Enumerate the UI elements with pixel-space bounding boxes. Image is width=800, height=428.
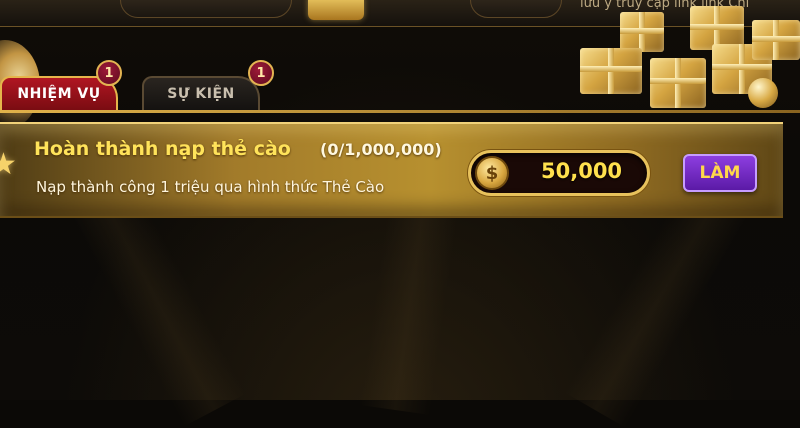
star-icon: ★	[0, 147, 17, 182]
task-title: Hoàn thành nạp thẻ cào	[34, 138, 291, 160]
gift-box	[620, 12, 664, 52]
tab-nhiem-vu-badge: 1	[96, 60, 122, 86]
gift-box	[752, 20, 800, 60]
tab-su-kien-label: SỰ KIỆN	[167, 86, 235, 102]
tab-nhiem-vu-label: NHIỆM VỤ	[17, 86, 101, 102]
gift-box	[650, 58, 706, 108]
dollar-coin-icon: $	[475, 156, 509, 190]
top-bar-button-left[interactable]	[120, 0, 292, 18]
task-row: ★ Hoàn thành nạp thẻ cào (0/1,000,000) N…	[0, 122, 783, 218]
club-logo	[308, 0, 364, 20]
panel-top-border	[0, 110, 800, 113]
tab-su-kien-badge: 1	[248, 60, 274, 86]
reward-value: 50,000	[541, 159, 623, 183]
do-task-button-label: LÀM	[699, 163, 741, 183]
gift-box	[580, 48, 642, 94]
task-progress: (0/1,000,000)	[320, 140, 442, 159]
reward-display: $ 50,000	[468, 150, 650, 196]
task-description: Nạp thành công 1 triệu qua hình thức Thẻ…	[36, 178, 385, 196]
do-task-button[interactable]: LÀM	[683, 154, 757, 192]
gold-ball	[748, 78, 778, 108]
tab-su-kien[interactable]: SỰ KIỆN	[142, 76, 260, 110]
top-bar-button-right[interactable]	[470, 0, 562, 18]
top-bar: lưu ý truy cập link link Chi	[0, 0, 800, 27]
